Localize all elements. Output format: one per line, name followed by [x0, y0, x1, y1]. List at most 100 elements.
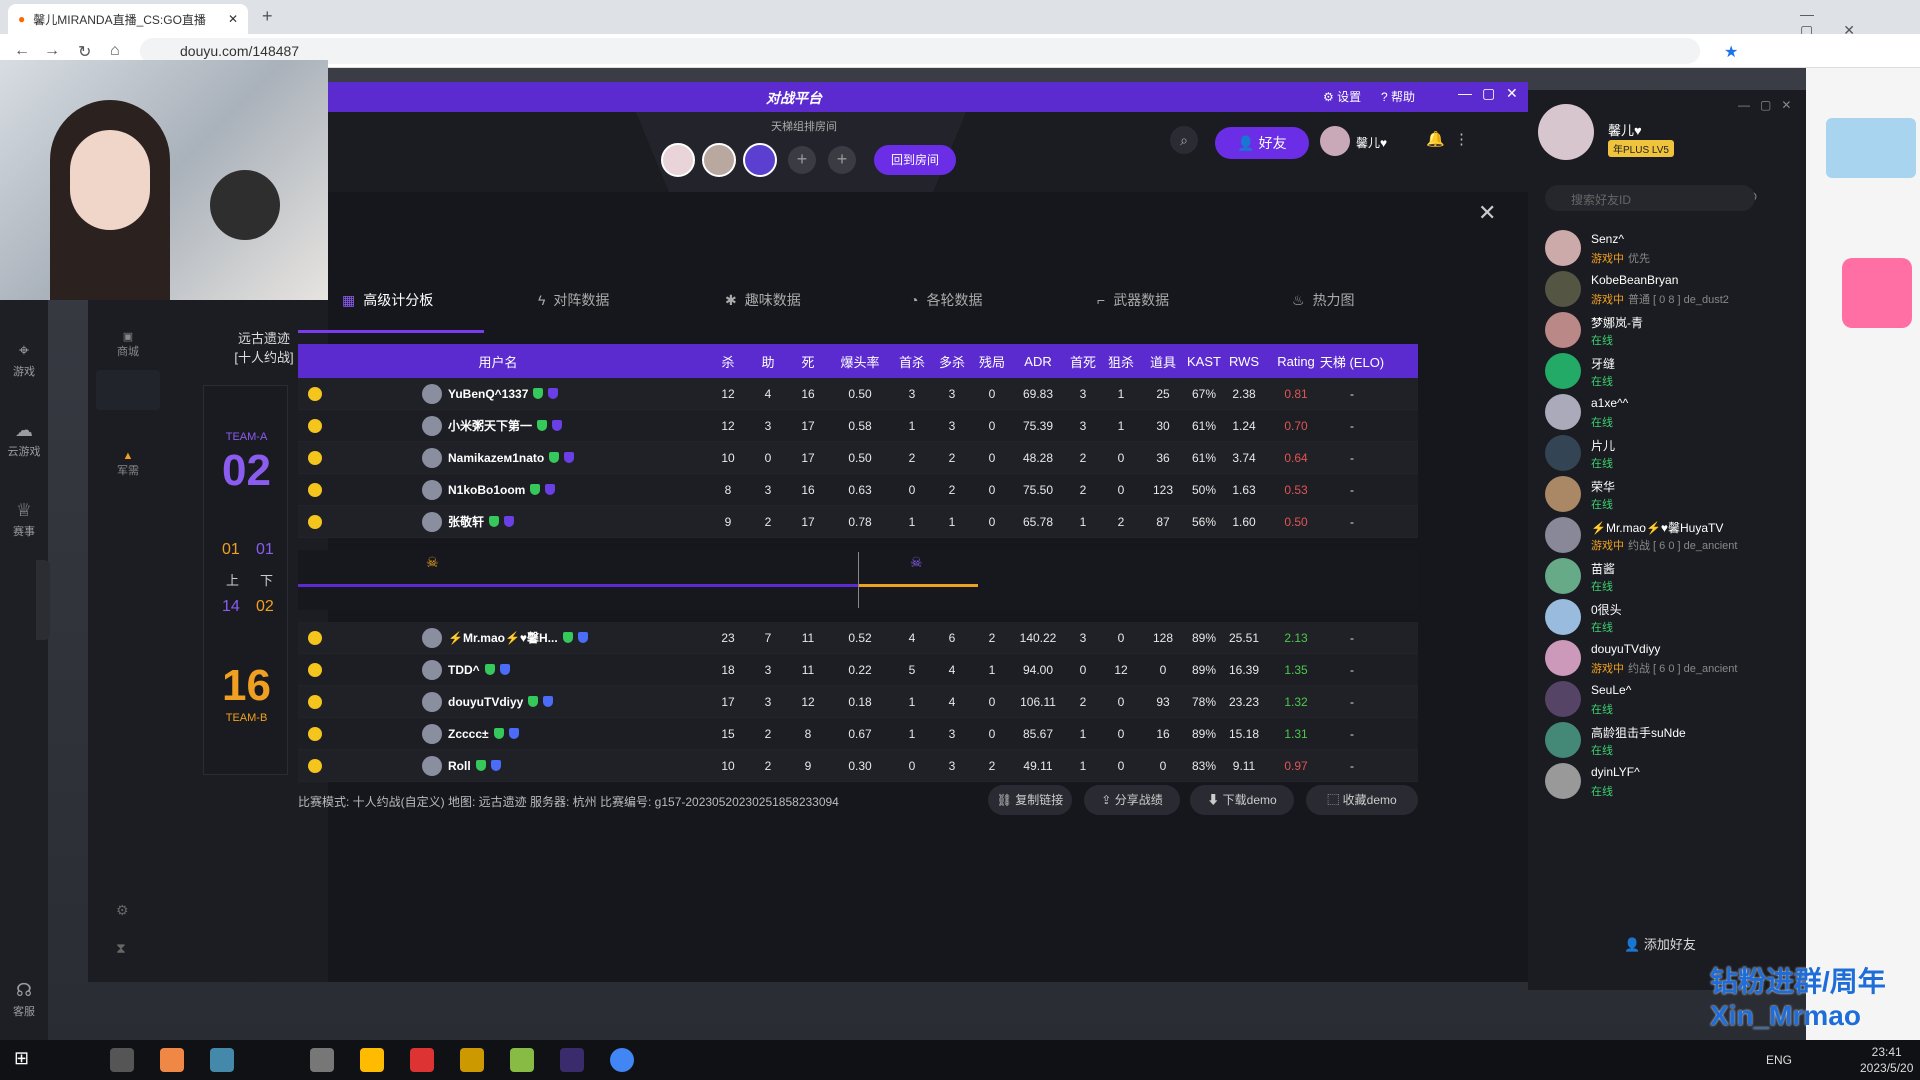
collect-demo-button[interactable]: ⬚ 收藏demo: [1306, 785, 1418, 815]
emoji-icon[interactable]: [308, 631, 322, 645]
close-tab-icon[interactable]: ✕: [228, 12, 238, 26]
copy-link-button[interactable]: ⛓ 复制链接: [988, 785, 1072, 815]
help-button[interactable]: ? 帮助: [1381, 88, 1415, 105]
rail-item-service[interactable]: ☊ 客服: [0, 980, 48, 1019]
player-avatar[interactable]: [422, 416, 442, 436]
search-icon[interactable]: ⌕: [1170, 126, 1198, 154]
emoji-icon[interactable]: [308, 727, 322, 741]
tab-fun-data[interactable]: ✱ 趣味数据: [725, 290, 801, 310]
url-field[interactable]: douyu.com/148487: [140, 38, 1700, 64]
taskbar-app-icon[interactable]: [510, 1048, 534, 1072]
taskbar-app-icon[interactable]: [460, 1048, 484, 1072]
player-name[interactable]: TDD^: [448, 654, 510, 685]
minimize-icon[interactable]: —: [1458, 85, 1472, 101]
promo-banner[interactable]: [1826, 118, 1916, 178]
player-avatar[interactable]: [422, 512, 442, 532]
settings-button[interactable]: ⚙ 设置: [1323, 88, 1361, 105]
friend-item[interactable]: dyinLYF^ 在线: [1545, 755, 1785, 805]
player-row[interactable]: N1koBo1oom 8 3 16 0.63 0 2 0 75.50 2 0 123 50% 1.63 0.…: [298, 474, 1418, 506]
friends-button[interactable]: 👤 好友: [1215, 127, 1309, 159]
panel-user-avatar[interactable]: [1538, 104, 1594, 160]
add-member-slot[interactable]: +: [788, 146, 816, 174]
rail-item-events[interactable]: ♕ 赛事: [0, 500, 48, 539]
room-member-avatar[interactable]: [702, 143, 736, 177]
taskbar-app-icon[interactable]: [160, 1048, 184, 1072]
rail-item-cloud-games[interactable]: ☁ 云游戏: [0, 420, 48, 459]
player-name[interactable]: 张敬轩: [448, 506, 515, 537]
player-row[interactable]: TDD^ 18 3 11 0.22 5 4 1 94.00 0 12 0 89% 16.39 1.35 -: [298, 654, 1418, 686]
download-demo-button[interactable]: ⬇ 下载demo: [1190, 785, 1294, 815]
player-name[interactable]: YuBenQ^1337: [448, 378, 559, 409]
emoji-icon[interactable]: [308, 483, 322, 497]
emoji-icon[interactable]: [308, 695, 322, 709]
taskbar-clock[interactable]: 23:41 2023/5/20: [1860, 1044, 1913, 1076]
forward-icon[interactable]: →: [44, 42, 60, 60]
taskbar-app-icon[interactable]: [410, 1048, 434, 1072]
chrome-icon[interactable]: [610, 1048, 634, 1072]
back-icon[interactable]: ←: [14, 42, 30, 60]
new-tab-icon[interactable]: +: [262, 6, 273, 27]
add-member-slot[interactable]: +: [828, 146, 856, 174]
player-name[interactable]: 小米粥天下第一: [448, 410, 563, 441]
player-avatar[interactable]: [422, 724, 442, 744]
player-name[interactable]: Namikazeм1nato: [448, 442, 575, 473]
room-member-avatar[interactable]: [661, 143, 695, 177]
tab-advanced-scoreboard[interactable]: ▦ 高级计分板: [342, 290, 433, 310]
taskbar-app-icon[interactable]: [210, 1048, 234, 1072]
player-name[interactable]: douyuTVdiyy: [448, 686, 554, 717]
close-scoreboard-icon[interactable]: ✕: [1478, 200, 1496, 226]
player-avatar[interactable]: [422, 628, 442, 648]
add-friend-button[interactable]: 👤 添加好友: [1545, 930, 1775, 960]
emoji-icon[interactable]: [308, 663, 322, 677]
share-record-button[interactable]: ⇪ 分享战绩: [1084, 785, 1180, 815]
player-row[interactable]: YuBenQ^1337 12 4 16 0.50 3 3 0 69.83 3 1 25 67% 2.38 0…: [298, 378, 1418, 410]
player-row[interactable]: 小米粥天下第一 12 3 17 0.58 1 3 0 75.39 3 1 30 61% 1.24 0.70-: [298, 410, 1418, 442]
bell-icon[interactable]: 🔔: [1426, 130, 1445, 148]
tab-round-data[interactable]: ◔ 各轮数据: [910, 290, 982, 310]
player-avatar[interactable]: [422, 480, 442, 500]
side-logo[interactable]: [96, 370, 160, 410]
player-avatar[interactable]: [422, 692, 442, 712]
taskbar-app-icon[interactable]: [560, 1048, 584, 1072]
back-to-room-button[interactable]: 回到房间: [874, 145, 956, 175]
emoji-icon[interactable]: [308, 451, 322, 465]
player-row[interactable]: Zcccc± 15 2 8 0.67 1 3 0 85.67 1 0 16 89% 15.18 1.31 -: [298, 718, 1418, 750]
player-row[interactable]: ⚡Mr.mao⚡♥馨H... 23 7 11 0.52 4 6 2 140.22 3 0 128 89%…: [298, 622, 1418, 654]
friend-search-input[interactable]: 搜索好友ID: [1545, 185, 1755, 211]
emoji-icon[interactable]: [308, 759, 322, 773]
browser-tab[interactable]: ● 馨儿MIRANDA直播_CS:GO直播 ✕: [8, 4, 248, 34]
player-avatar[interactable]: [422, 448, 442, 468]
side-settings-icon[interactable]: ⚙: [116, 902, 129, 919]
rail-item-games[interactable]: ⌖ 游戏: [0, 340, 48, 379]
side-item-supply[interactable]: ▲ 军需: [108, 450, 148, 478]
player-row[interactable]: douyuTVdiyy 17 3 12 0.18 1 4 0 106.11 2 0 93 78% 23.2…: [298, 686, 1418, 718]
taskbar-app-icon[interactable]: [310, 1048, 334, 1072]
side-item-shop[interactable]: ▣ 商城: [108, 330, 148, 359]
emoji-icon[interactable]: [308, 387, 322, 401]
more-menu-icon[interactable]: ⋮: [1454, 130, 1469, 148]
player-avatar[interactable]: [422, 384, 442, 404]
player-name[interactable]: Roll: [448, 750, 501, 781]
emoji-icon[interactable]: [308, 515, 322, 529]
player-avatar[interactable]: [422, 756, 442, 776]
panel-window-controls[interactable]: —▢✕: [1738, 98, 1801, 112]
windows-start-icon[interactable]: ⊞: [14, 1048, 29, 1069]
bookmark-star-icon[interactable]: ★: [1724, 42, 1738, 62]
home-icon[interactable]: ⌂: [110, 42, 120, 60]
player-avatar[interactable]: [422, 660, 442, 680]
tab-heatmap[interactable]: ♨ 热力图: [1292, 290, 1355, 310]
room-member-avatar[interactable]: [743, 143, 777, 177]
player-name[interactable]: ⚡Mr.mao⚡♥馨H...: [448, 622, 588, 653]
player-row[interactable]: Namikazeм1nato 10 0 17 0.50 2 2 0 48.28 2 0 36 61% 3.…: [298, 442, 1418, 474]
player-row[interactable]: Roll 10 2 9 0.30 0 3 2 49.11 1 0 0 83% 9.11 0.97-: [298, 750, 1418, 782]
reload-icon[interactable]: ↻: [78, 42, 91, 62]
user-avatar[interactable]: [1320, 126, 1350, 156]
side-hourglass-icon[interactable]: ⧗: [116, 940, 126, 957]
emoji-icon[interactable]: [308, 419, 322, 433]
collapse-handle[interactable]: [36, 560, 50, 640]
taskbar-app-icon[interactable]: [110, 1048, 134, 1072]
taskbar-app-icon[interactable]: [360, 1048, 384, 1072]
player-name[interactable]: N1koBo1oom: [448, 474, 556, 505]
tab-weapon-data[interactable]: ⌐ 武器数据: [1097, 290, 1169, 310]
player-name[interactable]: Zcccc±: [448, 718, 519, 749]
